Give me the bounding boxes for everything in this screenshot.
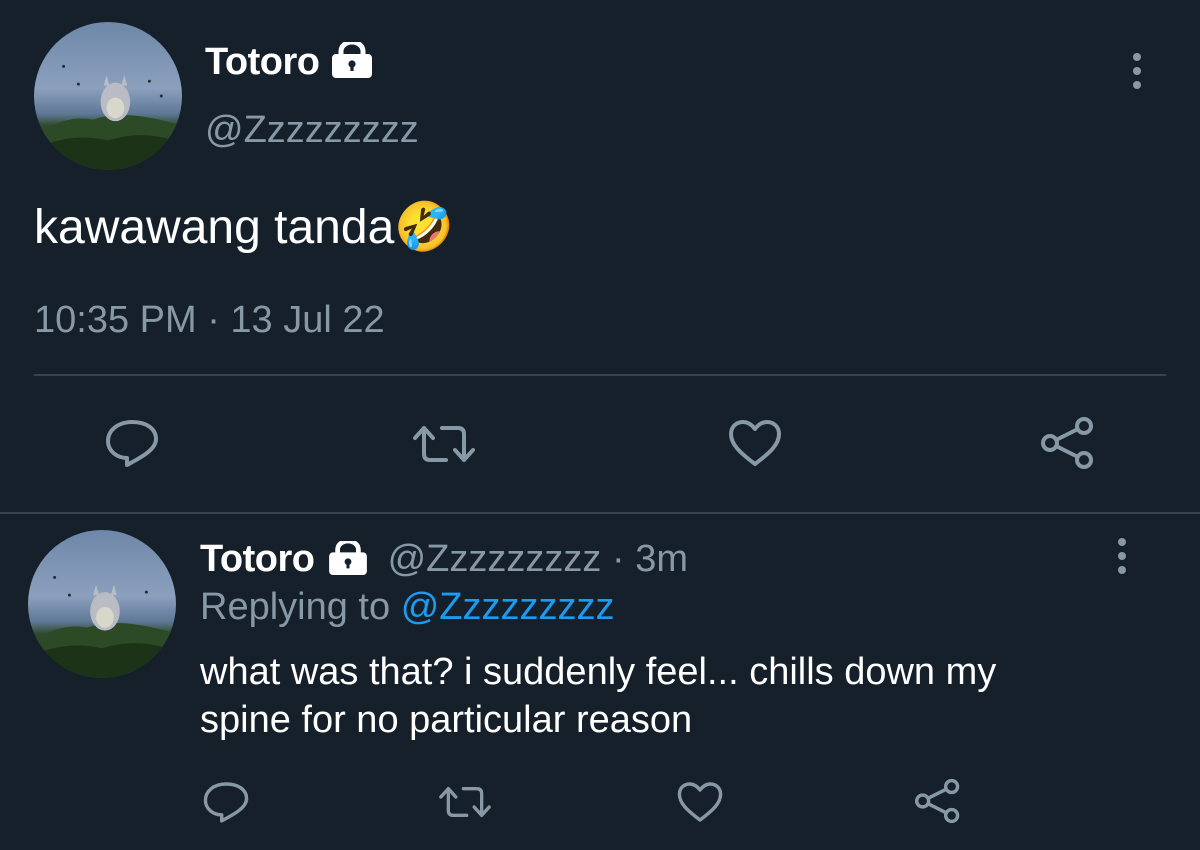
reply-display-name[interactable]: Totoro <box>200 538 315 580</box>
main-handle-text: @Zzzzzzzzz <box>205 109 419 151</box>
reply-icon <box>106 420 158 467</box>
main-reply-button[interactable] <box>104 418 160 468</box>
main-like-button[interactable] <box>727 418 783 468</box>
lock-icon <box>327 538 369 584</box>
reply-handle[interactable]: @Zzzzzzzzz <box>388 538 602 580</box>
more-vertical-icon <box>1133 53 1141 61</box>
reply-separator: · <box>611 538 625 580</box>
reply-header: Totoro @Zzzzzzzzz · 3m <box>200 536 688 584</box>
main-more-button[interactable] <box>1133 53 1141 95</box>
reply-reply-button[interactable] <box>202 780 250 824</box>
main-retweet-button[interactable] <box>412 420 476 468</box>
reply-share-button[interactable] <box>914 778 962 824</box>
main-tweet-text-content: kawawang tanda <box>34 201 395 254</box>
reply-text-line-2: spine for no particular reason <box>200 699 693 741</box>
rolling-on-floor-laughing-emoji: 🤣 <box>394 201 455 254</box>
reply-like-button[interactable] <box>676 780 724 824</box>
reply-text-line-1: what was that? i suddenly feel... chills… <box>200 651 997 693</box>
main-timestamp-text: 10:35 PM · 13 Jul 22 <box>34 299 385 341</box>
reply-icon <box>203 782 249 823</box>
totoro-avatar-image <box>28 575 176 678</box>
more-vertical-icon <box>1118 538 1126 546</box>
replying-to-handle[interactable]: @Zzzzzzzzz <box>401 586 615 628</box>
share-icon <box>915 778 960 824</box>
main-stats-divider <box>34 374 1166 376</box>
reply-retweet-button[interactable] <box>438 782 492 822</box>
retweet-icon <box>413 426 475 462</box>
reply-time-ago[interactable]: 3m <box>635 538 688 580</box>
main-display-name[interactable]: Totoro <box>205 40 320 84</box>
heart-icon <box>677 782 723 822</box>
main-share-button[interactable] <box>1040 416 1096 470</box>
main-handle[interactable]: @Zzzzzzzzz <box>205 108 419 152</box>
main-display-name-text: Totoro <box>205 41 320 83</box>
totoro-avatar-image <box>34 64 182 170</box>
replying-to-label: Replying to <box>200 586 391 628</box>
main-timestamp[interactable]: 10:35 PM · 13 Jul 22 <box>34 298 385 342</box>
heart-icon <box>729 420 781 466</box>
reply-tweet-text: what was that? i suddenly feel... chills… <box>200 648 996 744</box>
share-icon <box>1041 417 1093 469</box>
lock-icon <box>330 39 374 83</box>
tweet-separator <box>0 512 1200 514</box>
replying-to-line: Replying to @Zzzzzzzzz <box>200 584 614 630</box>
retweet-icon <box>439 787 491 817</box>
main-tweet-avatar[interactable] <box>34 22 182 170</box>
reply-more-button[interactable] <box>1118 538 1126 580</box>
reply-tweet-avatar[interactable] <box>28 530 176 678</box>
main-tweet-text: kawawang tanda🤣 <box>34 198 454 258</box>
